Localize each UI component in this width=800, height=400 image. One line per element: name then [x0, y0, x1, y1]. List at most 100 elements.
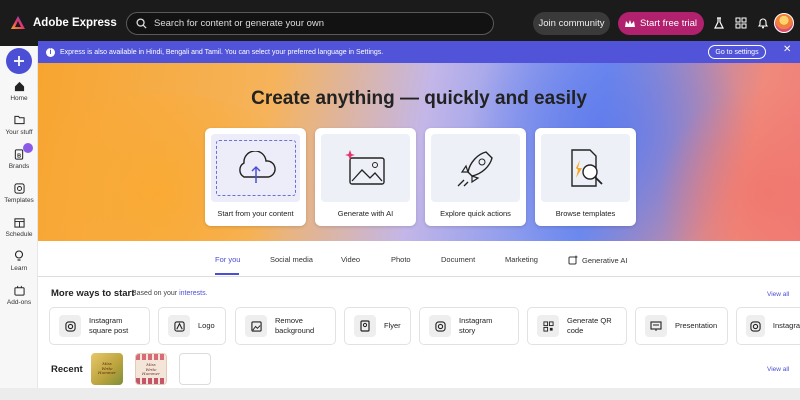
instagram-icon — [746, 315, 765, 337]
template-search-icon — [570, 149, 603, 187]
sidebar-item-label: Home — [10, 95, 28, 102]
recent-item-thumbnail[interactable] — [179, 353, 211, 385]
sidebar-item-label: Schedule — [5, 231, 33, 238]
presentation-icon — [645, 315, 667, 337]
language-banner: i Express is also available in Hindi, Be… — [38, 41, 800, 63]
quick-action-label: Remove background — [275, 315, 315, 335]
sidebar-item-brands[interactable]: B Brands — [0, 143, 38, 170]
more-ways-title: More ways to start — [51, 288, 135, 299]
bell-icon[interactable] — [756, 16, 770, 30]
cloud-upload-icon — [238, 151, 276, 183]
quick-action-generate-qr-code[interactable]: Generate QR code — [527, 307, 627, 345]
sidebar-item-templates[interactable]: Templates — [0, 182, 38, 204]
recent-title: Recent — [51, 364, 83, 375]
templates-icon — [13, 182, 25, 194]
adobe-express-logo-icon — [11, 16, 25, 29]
flyer-icon — [354, 315, 376, 337]
floral-border-decoration — [136, 378, 166, 384]
ai-image-icon — [344, 150, 385, 185]
sidebar-item-label: Learn — [10, 265, 28, 272]
tab-marketing[interactable]: Marketing — [505, 255, 538, 264]
quick-action-label: Presentation — [675, 320, 718, 330]
join-community-button[interactable]: Join community — [533, 12, 610, 35]
calendar-icon — [13, 216, 25, 228]
tab-label: Generative AI — [582, 255, 628, 265]
view-all-recent-link[interactable]: View all — [767, 366, 789, 373]
lab-flask-icon[interactable] — [712, 16, 726, 30]
quick-action-logo[interactable]: Logo — [158, 307, 226, 345]
tab-video[interactable]: Video — [341, 255, 360, 264]
hero-title: Create anything — quickly and easily — [251, 88, 587, 109]
qr-code-icon — [537, 315, 559, 337]
start-free-trial-button[interactable]: Start free trial — [618, 12, 704, 35]
trial-label: Start free trial — [639, 18, 698, 29]
premium-crown-icon — [23, 143, 33, 153]
sidebar-item-learn[interactable]: Learn — [0, 250, 38, 272]
tab-photo[interactable]: Photo — [391, 255, 411, 264]
quick-action-instagram-story[interactable]: Instagram story — [419, 307, 519, 345]
tab-document[interactable]: Document — [441, 255, 475, 264]
search-placeholder: Search for content or generate your own — [154, 18, 325, 29]
quick-action-label: Instagra — [772, 320, 800, 330]
quick-action-label: Flyer — [384, 320, 401, 330]
create-plus-button[interactable] — [6, 48, 32, 74]
generative-ai-icon — [568, 255, 578, 265]
remove-bg-icon — [245, 315, 267, 337]
generate-with-ai-card[interactable]: Generate with AI — [315, 128, 416, 226]
top-bar: Adobe Express Search for content or gene… — [0, 0, 800, 46]
card-label: Generate with AI — [337, 209, 394, 218]
quick-action-remove-background[interactable]: Remove background — [235, 307, 336, 345]
hero-section: Create anything — quickly and easily Sta… — [38, 63, 800, 241]
page-bottom-strip — [0, 388, 800, 400]
instagram-icon — [429, 315, 451, 337]
quick-action-instagram-square-post[interactable]: Instagram square post — [49, 307, 150, 345]
logo-icon — [168, 315, 190, 337]
card-thumbnail — [431, 134, 520, 202]
sidebar-item-add-ons[interactable]: Add-ons — [0, 284, 38, 306]
card-thumbnail — [321, 134, 410, 202]
quick-action-presentation[interactable]: Presentation — [635, 307, 728, 345]
apps-grid-icon[interactable] — [734, 16, 748, 30]
browse-templates-card[interactable]: Browse templates — [535, 128, 636, 226]
quick-action-flyer[interactable]: Flyer — [344, 307, 411, 345]
interests-link[interactable]: interests. — [179, 290, 207, 297]
search-icon — [136, 18, 147, 29]
upload-dropzone — [215, 140, 296, 196]
sidebar-item-home[interactable]: Home — [0, 80, 38, 102]
tab-generative-ai[interactable]: Generative AI — [568, 255, 627, 265]
explore-quick-actions-card[interactable]: Explore quick actions — [425, 128, 526, 226]
tab-for-you[interactable]: For you — [215, 255, 240, 264]
quick-action-instagram-partial[interactable]: Instagra — [736, 307, 800, 345]
sidebar-item-schedule[interactable]: Schedule — [0, 216, 38, 238]
addons-icon — [13, 284, 25, 296]
quick-action-label: Logo — [198, 320, 215, 330]
sidebar-item-label: Your stuff — [5, 129, 33, 136]
avatar[interactable] — [774, 13, 794, 33]
floral-border-decoration — [136, 354, 166, 360]
card-thumbnail — [541, 134, 630, 202]
recent-thumb-text: Miss Write Hummer — [98, 361, 116, 376]
tab-social-media[interactable]: Social media — [270, 255, 313, 264]
svg-text:B: B — [17, 153, 21, 159]
sidebar-item-label: Brands — [8, 163, 30, 170]
start-from-content-card[interactable]: Start from your content — [205, 128, 306, 226]
search-input[interactable]: Search for content or generate your own — [126, 12, 494, 35]
lightbulb-icon — [13, 250, 25, 262]
instagram-icon — [59, 315, 81, 337]
rocket-icon — [457, 151, 493, 187]
view-all-more-ways-link[interactable]: View all — [767, 291, 789, 298]
subtitle-prefix: Based on your — [132, 290, 178, 297]
plus-icon — [14, 56, 24, 66]
sidebar-item-your-stuff[interactable]: Your stuff — [0, 114, 38, 136]
card-label: Explore quick actions — [440, 209, 511, 218]
go-to-settings-button[interactable]: Go to settings — [708, 45, 766, 59]
app-logo[interactable]: Adobe Express — [10, 15, 117, 31]
quick-action-label: Instagram square post — [89, 315, 129, 335]
info-icon: i — [46, 47, 55, 57]
home-icon — [13, 80, 25, 92]
recent-item-thumbnail[interactable]: Miss Write Hummer — [135, 353, 167, 385]
close-icon[interactable]: ✕ — [783, 44, 791, 55]
banner-message: Express is also available in Hindi, Beng… — [60, 48, 384, 56]
recent-item-thumbnail[interactable]: Miss Write Hummer — [91, 353, 123, 385]
sidebar-item-label: Templates — [4, 197, 34, 204]
